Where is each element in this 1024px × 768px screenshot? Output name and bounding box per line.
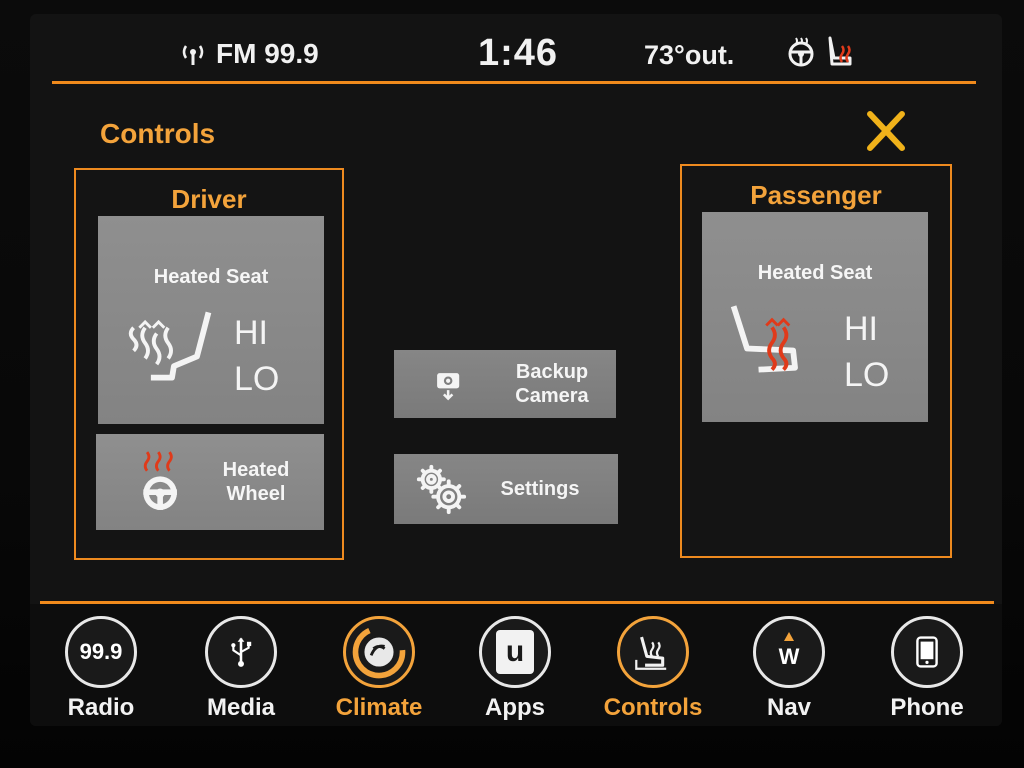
phone-icon [891,616,963,688]
nav-radio-label: Radio [67,694,135,721]
apps-icon: u [479,616,551,688]
driver-seat-hi: HI [234,314,268,352]
compass-letter: W [778,644,800,669]
backup-camera-button[interactable]: Backup Camera [394,350,616,418]
outside-temperature: 73°out. [644,40,735,70]
settings-label: Settings [500,478,580,500]
radio-icon-text: 99.9 [79,639,123,664]
controls-seat-icon [635,636,667,670]
passenger-heated-seat-label: Heated Seat [757,262,873,284]
nav-controls-label: Controls [603,694,703,721]
status-divider [52,81,976,84]
nav-climate-label: Climate [335,694,423,721]
heated-wheel-button[interactable]: Heated Wheel [96,434,324,530]
apps-icon-badge: u [496,630,534,674]
nav-radio[interactable]: 99.9 Radio [46,610,156,721]
settings-button[interactable]: Settings [394,454,618,524]
passenger-heated-seat-icon [730,305,798,373]
compass-icon: W [753,616,825,688]
usb-icon [205,616,277,688]
nav-phone-label: Phone [890,694,964,721]
clock: 1:46 [478,32,559,74]
backup-camera-label-line1: Backup [515,361,589,383]
bottom-nav-bar: 99.9 Radio Media Climate u Apps Controls… [30,604,1002,726]
nav-apps[interactable]: u Apps [460,610,570,721]
climate-icon [343,616,415,688]
heated-wheel-label: Heated Wheel [214,458,298,506]
heated-wheel-status-icon [788,37,814,67]
radio-status[interactable]: FM 99.9 [180,38,319,70]
nav-media[interactable]: Media [186,610,296,721]
passenger-title: Passenger [750,180,882,210]
nav-controls[interactable]: Controls [598,610,708,721]
nav-nav-label: Nav [766,694,812,721]
apps-icon-text: u [505,635,525,668]
nav-phone[interactable]: Phone [872,610,982,721]
driver-heated-seat-label: Heated Seat [153,266,269,288]
close-button[interactable] [862,108,910,154]
passenger-panel: Passenger Heated Seat HI LO [680,164,952,558]
infotainment-screen: FM 99.9 1:46 73°out. Controls Driver Hea… [30,14,1002,726]
settings-gear-icon [416,464,467,515]
nav-media-label: Media [206,694,275,721]
driver-heated-seat-button[interactable]: Heated Seat HI LO [98,216,324,424]
heated-wheel-icon [143,451,177,510]
heated-wheel-label-line2: Wheel [226,483,286,505]
heated-wheel-label-line1: Heated [222,459,290,481]
passenger-seat-hi: HI [844,310,878,348]
passenger-heated-seat-button[interactable]: Heated Seat HI LO [702,212,928,422]
nav-nav[interactable]: W Nav [734,610,844,721]
antenna-icon [182,45,204,65]
status-bar: FM 99.9 1:46 73°out. [30,14,1002,84]
backup-camera-label-line2: Camera [515,385,589,407]
driver-title: Driver [171,184,247,214]
passenger-seat-lo: LO [844,356,890,394]
radio-icon: 99.9 [65,616,137,688]
phone-glyph-icon [916,636,938,668]
page-title: Controls [100,118,216,149]
radio-station-text: FM 99.9 [216,38,319,69]
heated-seat-status-icon [828,36,852,66]
heated-seat-icon [128,311,212,381]
climate-gauge-icon [352,625,406,679]
close-icon [867,111,905,151]
controls-icon [617,616,689,688]
backup-camera-icon [437,373,460,401]
status-icons [786,34,858,70]
driver-seat-lo: LO [234,360,280,398]
usb-glyph-icon [231,637,252,667]
backup-camera-label: Backup Camera [500,360,604,408]
nav-climate[interactable]: Climate [324,610,434,721]
compass-glyph: W [769,632,809,672]
nav-apps-label: Apps [485,694,545,721]
driver-panel: Driver Heated Seat HI LO Heated Wheel [74,168,344,560]
